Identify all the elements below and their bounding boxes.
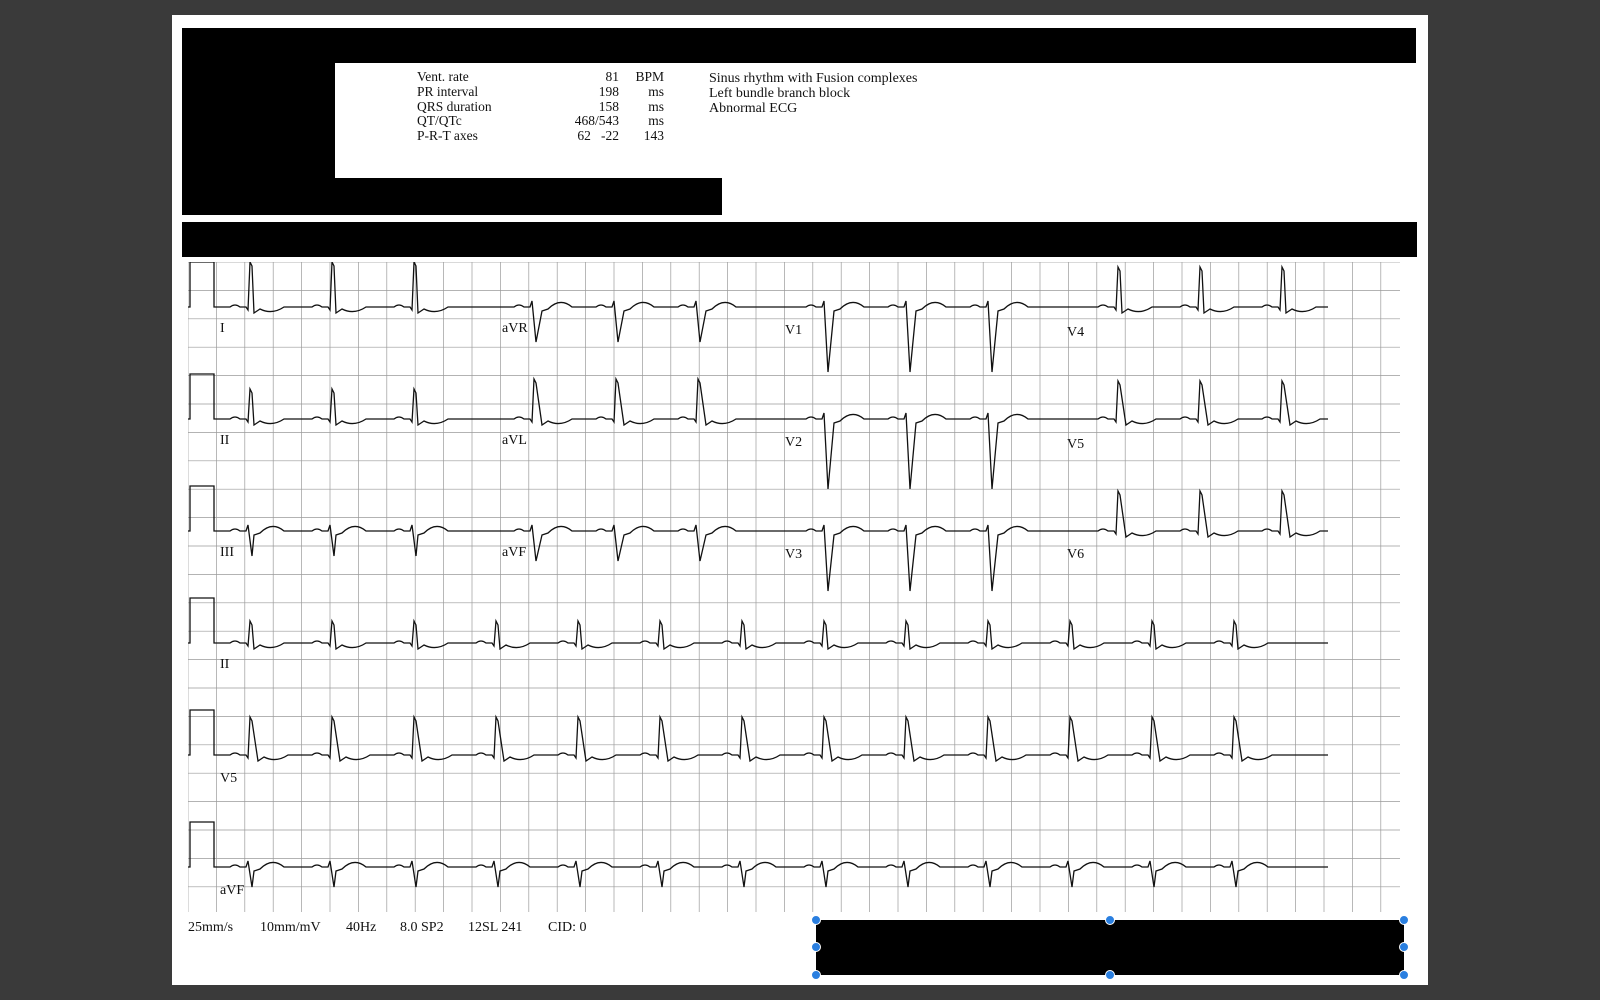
lead-label-V2: V2 [785,435,802,450]
lead-label-V6: V6 [1067,547,1084,562]
lead-label-II: II [220,433,230,448]
lead-label-rhythm-aVF: aVF [220,883,244,898]
resize-handle-top-center[interactable] [1105,915,1115,925]
lead-label-I: I [220,321,225,336]
measurement-value: 198 [598,84,619,99]
calibration-pulse [188,373,218,420]
redacted-banner [182,222,1417,257]
resize-handle-middle-right[interactable] [1399,942,1409,952]
lead-label-V1: V1 [785,323,802,338]
redacted-info-bar [182,178,722,215]
redacted-patient-info [182,63,335,178]
interpretation-line: Abnormal ECG [709,101,798,116]
calibration-pulse [188,597,218,644]
resize-handle-bottom-right[interactable] [1399,970,1409,980]
gain-setting: 10mm/mV [260,920,321,935]
software-version: 8.0 SP2 [400,920,444,935]
redacted-header-bar [182,28,1416,63]
measurement-label: QT/QTc [417,113,462,128]
lead-label-rhythm-V5: V5 [220,771,237,786]
ecg-trace-segment [218,860,1328,888]
lead-label-rhythm-II: II [220,657,230,672]
ecg-trace-segment [774,300,1056,373]
lead-label-aVF: aVF [502,545,526,560]
measurements-block: Vent. rate 81 BPM PR interval 198 ms QRS… [417,69,677,149]
measurement-label: Vent. rate [417,69,469,84]
filter-setting: 40Hz [346,920,377,935]
measurement-value: 81 [605,69,620,84]
calibration-pulse [188,485,218,532]
lead-label-III: III [220,545,234,560]
measurement-value: 158 [598,99,619,114]
paper-speed: 25mm/s [188,920,234,935]
lead-label-aVL: aVL [502,433,527,448]
resize-handle-bottom-left[interactable] [811,970,821,980]
ecg-trace-segment [492,376,774,427]
resize-handle-middle-left[interactable] [811,942,821,952]
measurement-value: 468/543 [574,113,619,128]
measurement-unit: ms [648,84,664,99]
resize-handle-top-left[interactable] [811,915,821,925]
cid-value: CID: 0 [548,920,587,935]
measurement-unit: BPM [635,69,664,84]
measurement-unit: 143 [643,128,664,143]
measurement-unit: ms [648,113,664,128]
measurement-value: 62 -22 [577,128,619,143]
lead-label-V3: V3 [785,547,802,562]
resize-handle-bottom-center[interactable] [1105,970,1115,980]
program-version: 12SL 241 [468,920,523,935]
ecg-trace-segment [218,386,492,427]
resize-handle-top-right[interactable] [1399,915,1409,925]
interpretation-line: Left bundle branch block [709,86,851,101]
ecg-trace-segment [774,524,1056,592]
calibration-pulse [188,821,218,868]
ecg-trace-segment [492,300,774,343]
measurement-label: PR interval [417,84,479,99]
ecg-trace-segment [774,412,1056,490]
interpretation-line: Sinus rhythm with Fusion complexes [709,71,918,86]
interpretation-block: Sinus rhythm with Fusion complexes Left … [709,71,917,116]
measurement-label: QRS duration [417,99,492,114]
measurement-unit: ms [648,99,664,114]
ecg-trace-segment [218,714,1328,763]
ecg-tracing-grid: I aVR V1 V4 II aVL V2 V5 III aVF V3 V6 I… [188,262,1400,912]
ecg-trace-segment [492,524,774,562]
lead-label-V5: V5 [1067,437,1084,452]
calibration-pulse [188,262,218,308]
grid-lines [188,262,1400,912]
lead-label-V4: V4 [1067,325,1084,340]
ecg-trace-segment [218,524,492,557]
ecg-trace-segment [218,262,492,315]
ecg-trace-segment [218,618,1328,651]
lead-label-aVR: aVR [502,321,528,336]
measurement-label: P-R-T axes [417,128,478,143]
selected-redaction-box[interactable] [816,920,1404,975]
